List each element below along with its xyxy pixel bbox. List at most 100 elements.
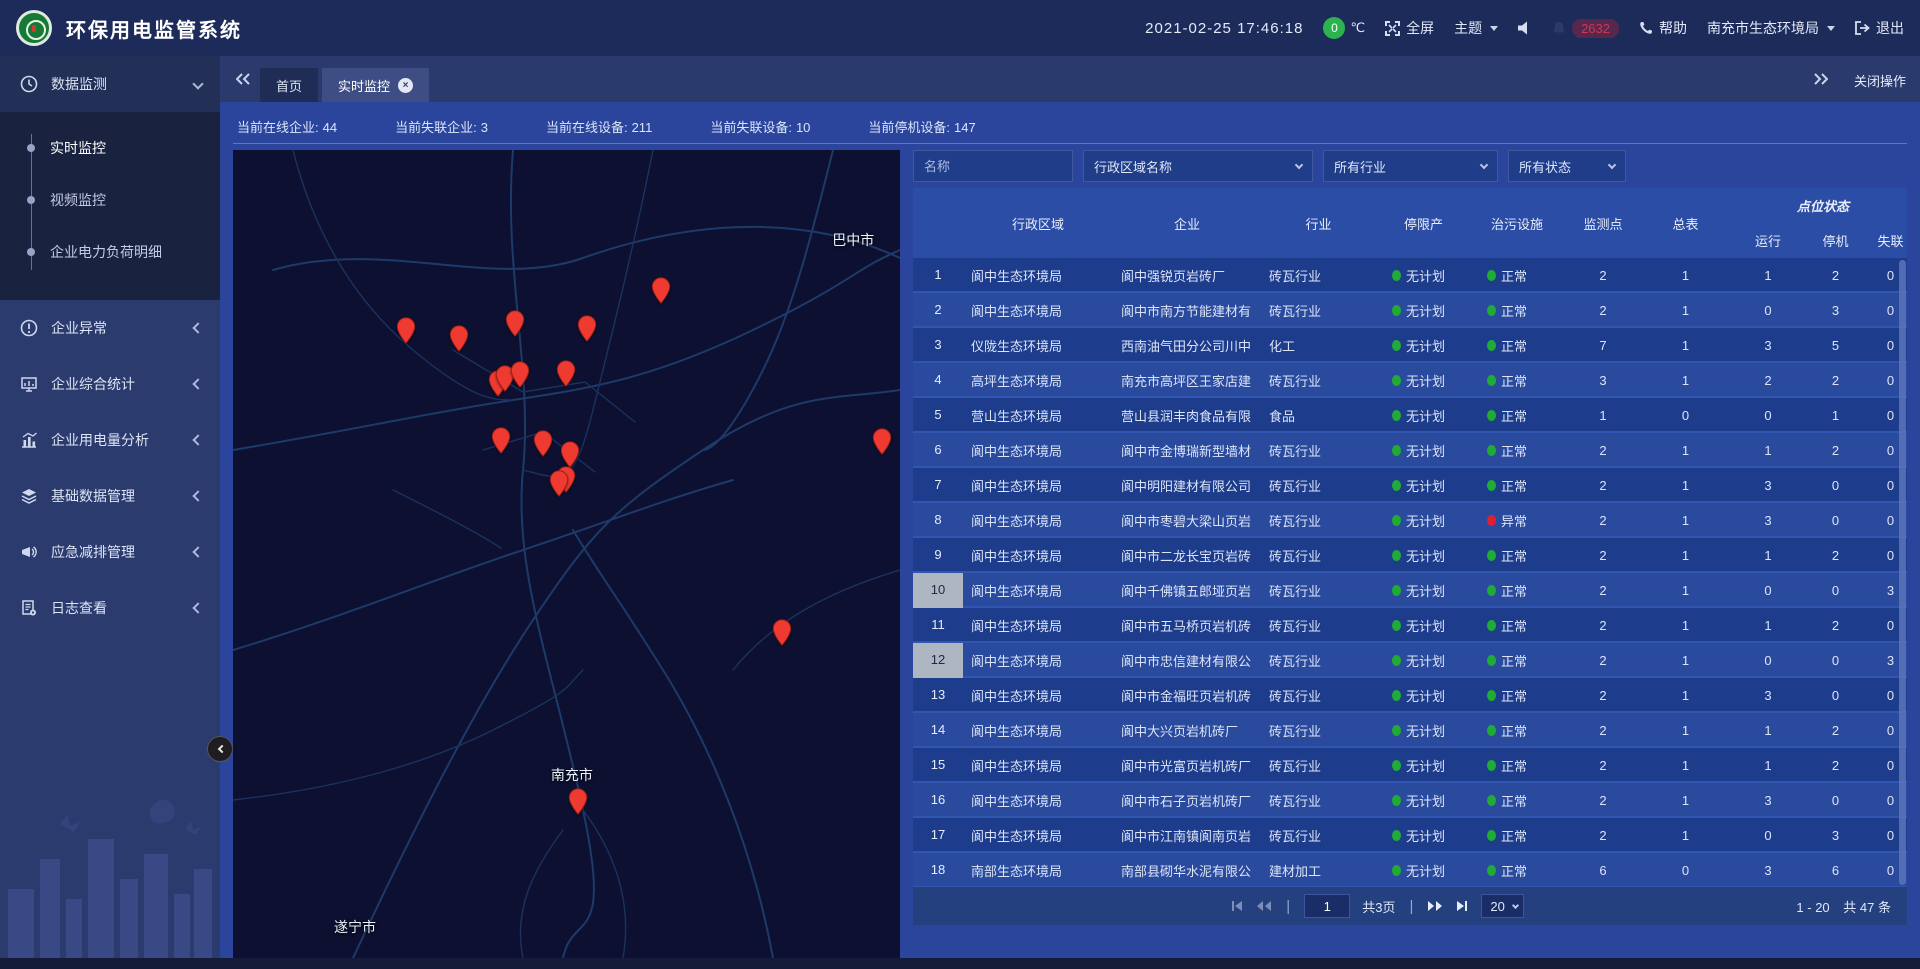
map[interactable]: 巴中市南充市遂宁市: [233, 150, 900, 958]
table-row[interactable]: 13阆中生态环境局阆中市金福旺页岩机砖砖瓦行业无计划正常21300: [913, 678, 1907, 713]
map-pin-icon[interactable]: [396, 317, 415, 344]
tab-close-icon[interactable]: ×: [398, 78, 413, 93]
pagination-bar: | 共3页 | 20: [913, 887, 1907, 925]
sidebar-section-label: 企业异常: [51, 318, 107, 338]
table-row[interactable]: 4高坪生态环境局南充市高坪区王家店建砖瓦行业无计划正常31220: [913, 363, 1907, 398]
cell-industry: 砖瓦行业: [1261, 301, 1376, 320]
map-pin-icon[interactable]: [450, 325, 469, 352]
status-dot-icon: [1487, 550, 1496, 561]
map-pin-icon[interactable]: [510, 361, 529, 388]
sidebar-section-基础数据管理[interactable]: 基础数据管理: [0, 468, 220, 524]
tab-scroll-right-icon[interactable]: [1814, 72, 1828, 90]
first-page-icon[interactable]: [1230, 900, 1244, 912]
bell-icon: [1552, 21, 1566, 36]
map-pin-icon[interactable]: [492, 427, 511, 454]
table-row[interactable]: 10阆中生态环境局阆中千佛镇五郎垭页岩砖瓦行业无计划正常21003: [913, 573, 1907, 608]
cell-shutdown-count: 2: [1808, 618, 1863, 633]
page-size-select[interactable]: 20: [1481, 894, 1523, 918]
table-row[interactable]: 1阆中生态环境局阆中强锐页岩砖厂砖瓦行业无计划正常21120: [913, 258, 1907, 293]
table-row[interactable]: 7阆中生态环境局阆中明阳建材有限公司砖瓦行业无计划正常21300: [913, 468, 1907, 503]
cell-industry: 砖瓦行业: [1261, 616, 1376, 635]
org-dropdown[interactable]: 南充市生态环境局: [1707, 18, 1835, 38]
tab-首页[interactable]: 首页: [260, 68, 318, 102]
main-content: 当前在线企业:44当前失联企业:3当前在线设备:211当前失联设备:10当前停机…: [220, 102, 1920, 969]
close-operations-button[interactable]: 关闭操作: [1854, 71, 1906, 90]
table-row[interactable]: 14阆中生态环境局阆中大兴页岩机砖厂砖瓦行业无计划正常21120: [913, 713, 1907, 748]
map-pin-icon[interactable]: [772, 619, 791, 646]
cell-monitor-count: 2: [1563, 758, 1643, 773]
table-row[interactable]: 6阆中生态环境局阆中市金博瑞新型墙材砖瓦行业无计划正常21120: [913, 433, 1907, 468]
cell-enterprise: 阆中市二龙长宝页岩砖: [1113, 546, 1261, 565]
cell-run-count: 1: [1728, 548, 1808, 563]
sidebar-section-数据监测[interactable]: 数据监测: [0, 56, 220, 112]
table-row[interactable]: 2阆中生态环境局阆中市南方节能建材有砖瓦行业无计划正常21030: [913, 293, 1907, 328]
mute-speaker-button[interactable]: [1518, 21, 1532, 35]
table-row[interactable]: 16阆中生态环境局阆中市石子页岩机砖厂砖瓦行业无计划正常21300: [913, 783, 1907, 818]
logout-button[interactable]: 退出: [1855, 18, 1904, 38]
tab-scroll-left-icon[interactable]: [236, 72, 250, 90]
status-filter-select[interactable]: 所有状态: [1508, 150, 1626, 182]
industry-filter-select[interactable]: 所有行业: [1323, 150, 1498, 182]
cell-run-count: 3: [1728, 688, 1808, 703]
region-filter-select[interactable]: 行政区域名称: [1083, 150, 1313, 182]
cell-stop-status: 无计划: [1376, 616, 1471, 635]
map-pin-icon[interactable]: [556, 360, 575, 387]
table-row[interactable]: 18南部生态环境局南部县砌华水泥有限公建材加工无计划正常60360: [913, 853, 1907, 887]
status-dot-icon: [1487, 760, 1496, 771]
tabbar-right: 关闭操作: [1814, 71, 1906, 90]
temperature-badge: 0: [1323, 17, 1345, 39]
sidebar-item-实时监控[interactable]: 实时监控: [0, 122, 220, 174]
table-row[interactable]: 15阆中生态环境局阆中市光富页岩机砖厂砖瓦行业无计划正常21120: [913, 748, 1907, 783]
last-page-icon[interactable]: [1455, 900, 1469, 912]
table-row[interactable]: 8阆中生态环境局阆中市枣碧大梁山页岩砖瓦行业无计划异常21300: [913, 503, 1907, 538]
cell-industry: 砖瓦行业: [1261, 441, 1376, 460]
cell-facility-status: 正常: [1471, 371, 1563, 390]
map-pin-icon[interactable]: [550, 470, 569, 497]
sidebar-section-企业用电量分析[interactable]: 企业用电量分析: [0, 412, 220, 468]
cell-industry: 砖瓦行业: [1261, 791, 1376, 810]
cell-industry: 砖瓦行业: [1261, 546, 1376, 565]
cell-stop-status: 无计划: [1376, 266, 1471, 285]
cell-region: 阆中生态环境局: [963, 301, 1113, 320]
table-scrollbar[interactable]: [1899, 260, 1906, 885]
notification-widget[interactable]: 2632: [1552, 19, 1619, 38]
map-pin-icon[interactable]: [560, 441, 579, 468]
cell-enterprise: 阆中市金博瑞新型墙材: [1113, 441, 1261, 460]
tab-bar: 首页实时监控× 关闭操作: [220, 56, 1920, 102]
prev-page-icon[interactable]: [1256, 900, 1272, 912]
map-pin-icon[interactable]: [578, 315, 597, 342]
table-row[interactable]: 17阆中生态环境局阆中市江南镇阆南页岩砖瓦行业无计划正常21030: [913, 818, 1907, 853]
sidebar-section-日志查看[interactable]: 日志查看: [0, 580, 220, 636]
sidebar-item-企业电力负荷明细[interactable]: 企业电力负荷明细: [0, 226, 220, 278]
page-number-input[interactable]: [1304, 894, 1350, 918]
fullscreen-button[interactable]: 全屏: [1385, 18, 1434, 38]
sidebar-collapse-button[interactable]: [207, 736, 233, 762]
map-pin-icon[interactable]: [872, 428, 891, 455]
table-row[interactable]: 11阆中生态环境局阆中市五马桥页岩机砖砖瓦行业无计划正常21120: [913, 608, 1907, 643]
stats-bar: 当前在线企业:44当前失联企业:3当前在线设备:211当前失联设备:10当前停机…: [233, 110, 1907, 144]
table-row[interactable]: 9阆中生态环境局阆中市二龙长宝页岩砖砖瓦行业无计划正常21120: [913, 538, 1907, 573]
chevron-down-icon: [1512, 901, 1519, 908]
map-pin-icon[interactable]: [534, 430, 553, 457]
cell-meter-count: 1: [1643, 758, 1728, 773]
sidebar-section-应急减排管理[interactable]: 应急减排管理: [0, 524, 220, 580]
map-pin-icon[interactable]: [506, 310, 525, 337]
sidebar-section-企业综合统计[interactable]: 企业综合统计: [0, 356, 220, 412]
sidebar-item-视频监控[interactable]: 视频监控: [0, 174, 220, 226]
help-button[interactable]: 帮助: [1639, 18, 1687, 38]
cell-facility-status: 正常: [1471, 581, 1563, 600]
map-pin-icon[interactable]: [652, 277, 671, 304]
map-pin-icon[interactable]: [568, 788, 587, 815]
cell-run-count: 1: [1728, 618, 1808, 633]
name-filter-input[interactable]: [913, 150, 1073, 182]
theme-label: 主题: [1454, 18, 1482, 38]
next-page-icon[interactable]: [1427, 900, 1443, 912]
cell-run-count: 3: [1728, 478, 1808, 493]
tab-实时监控[interactable]: 实时监控×: [322, 68, 429, 102]
table-row[interactable]: 12阆中生态环境局阆中市忠信建材有限公砖瓦行业无计划正常21003: [913, 643, 1907, 678]
theme-dropdown[interactable]: 主题: [1454, 18, 1498, 38]
table-row[interactable]: 3仪陇生态环境局西南油气田分公司川中化工无计划正常71350: [913, 328, 1907, 363]
sidebar-section-企业异常[interactable]: 企业异常: [0, 300, 220, 356]
table-row[interactable]: 5营山生态环境局营山县润丰肉食品有限食品无计划正常10010: [913, 398, 1907, 433]
cell-run-count: 3: [1728, 513, 1808, 528]
